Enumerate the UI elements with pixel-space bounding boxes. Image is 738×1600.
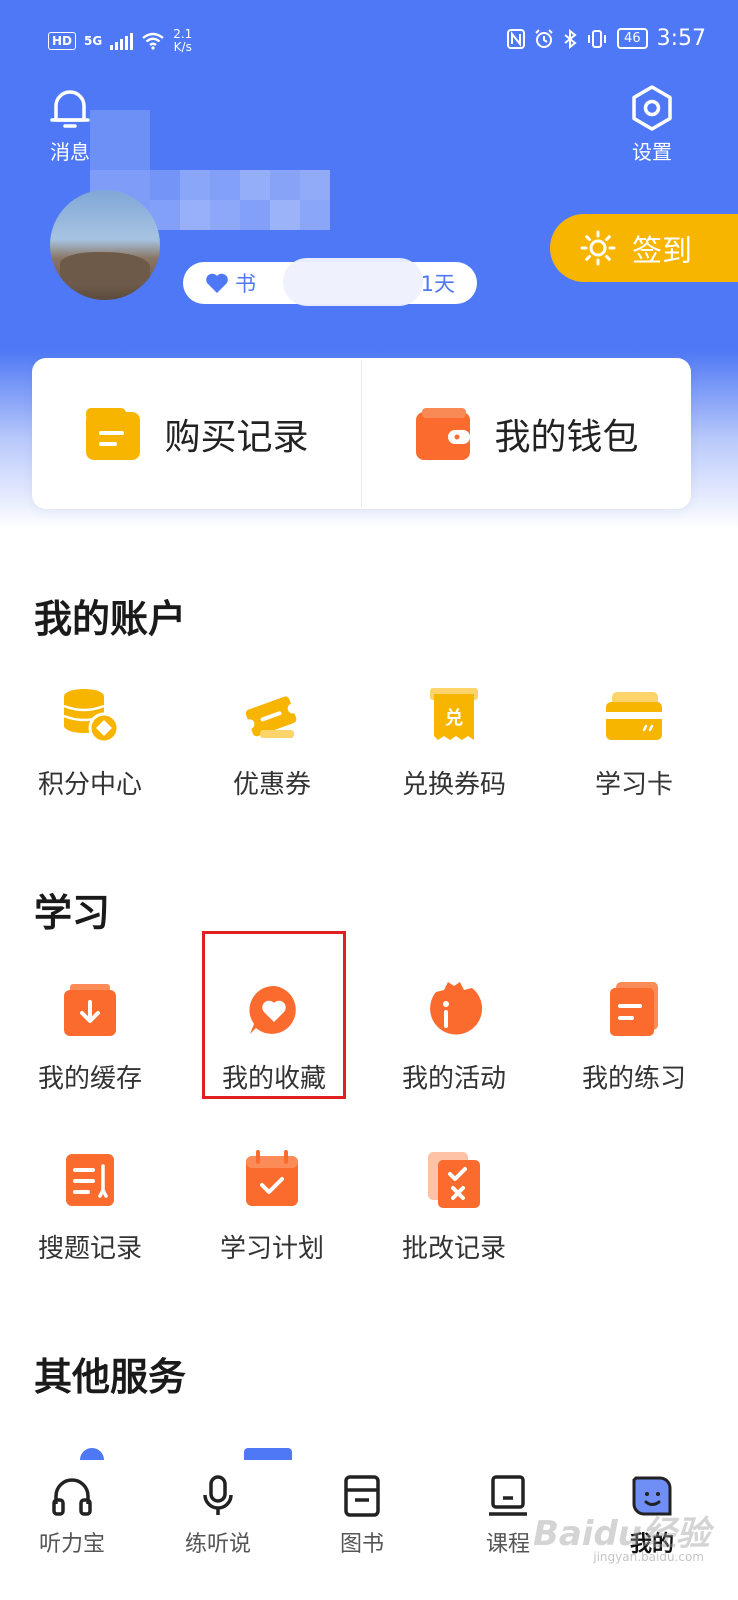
search-question-icon [66,1154,114,1206]
study-section-title: 学习 [34,891,111,935]
avatar-photo-rock [60,252,150,282]
tab-listening[interactable]: 听力宝 [2,1474,142,1558]
correction-record-icon [428,1152,480,1208]
other-services-title: 其他服务 [34,1355,187,1399]
download-cache-icon [64,984,116,1036]
my-practice-button[interactable]: 我的练习 [544,980,724,1095]
coupon-label: 优惠券 [232,770,311,800]
wallet-button[interactable]: 我的钱包 [362,358,691,509]
coupon-button[interactable]: 优惠券 [182,686,362,801]
purchase-record-label: 购买记录 [164,416,309,458]
headphones-icon [52,1478,92,1516]
purchase-record-button[interactable]: 购买记录 [32,358,361,509]
study-plan-button[interactable]: 学习计划 [182,1150,362,1265]
search-record-button[interactable]: 搜题记录 [0,1150,180,1265]
status-bar: HD 5G 2.1 K/s 46 3:57 [0,0,738,86]
redeem-code-button[interactable]: 兑 兑换券码 [364,686,544,801]
tab-books[interactable]: 图书 [292,1474,432,1558]
settings-hexagon-icon [632,85,672,131]
book-icon [344,1475,380,1517]
wallet-label: 我的钱包 [494,416,639,458]
tab-speaking[interactable]: 练听说 [148,1474,288,1558]
vibrate-icon [588,29,607,48]
study-card-icon [606,692,662,740]
wifi-icon [142,32,164,50]
my-cache-button[interactable]: 我的缓存 [0,980,180,1095]
sun-icon [580,230,616,266]
checkin-button[interactable]: 签到 [550,214,738,282]
points-center-button[interactable]: 积分中心 [0,686,180,801]
activity-icon [430,982,483,1035]
baidu-watermark: Baidu经验 [532,1514,710,1554]
redeem-code-icon: 兑 [430,688,478,740]
other-service-icon-peek-1 [80,1448,104,1460]
membership-badge[interactable]: 书 1天 [183,258,477,306]
tab-speaking-label: 练听说 [184,1532,251,1557]
battery-indicator: 46 [617,28,648,49]
other-service-icon-peek-2 [244,1448,292,1460]
svg-text:兑: 兑 [445,707,463,729]
settings-label: 设置 [632,140,672,164]
badge-suffix: 1天 [420,272,455,296]
badge-redaction [283,258,423,306]
correction-record-button[interactable]: 批改记录 [364,1150,544,1265]
study-card-button[interactable]: 学习卡 [544,686,724,801]
baidu-watermark-url: jingyan.baidu.com [593,1550,704,1564]
status-time: 3:57 [656,26,706,51]
wallet-icon [416,407,471,460]
nfc-icon [507,28,526,49]
tab-courses-label: 课程 [485,1532,530,1557]
study-plan-label: 学习计划 [219,1234,324,1264]
my-activities-label: 我的活动 [401,1064,506,1094]
favorites-highlight-box [202,931,346,1099]
points-center-label: 积分中心 [37,770,142,800]
study-card-label: 学习卡 [594,770,673,800]
coupon-ticket-icon [244,696,298,738]
checkin-label: 签到 [632,234,692,269]
messages-label: 消息 [50,140,90,164]
avatar[interactable] [50,190,160,300]
quick-actions-card: 购买记录 我的钱包 [32,358,691,509]
network-type: 5G [84,34,103,48]
practice-icon [610,982,658,1036]
points-coins-icon [63,689,120,744]
bluetooth-icon [564,28,577,49]
my-practice-label: 我的练习 [581,1064,686,1094]
study-plan-icon [246,1150,298,1206]
search-record-label: 搜题记录 [37,1234,142,1264]
correction-record-label: 批改记录 [401,1234,506,1264]
heart-icon [206,273,228,293]
bell-icon [50,90,90,128]
course-icon [489,1475,527,1516]
my-activities-button[interactable]: 我的活动 [364,980,544,1095]
tab-books-label: 图书 [339,1532,384,1557]
signal-icon [110,32,134,50]
my-cache-label: 我的缓存 [37,1064,142,1094]
network-speed: 2.1 K/s [173,27,193,54]
account-section-title: 我的账户 [34,597,187,641]
redeem-code-label: 兑换券码 [401,770,506,800]
alarm-icon [535,28,553,48]
microphone-icon [203,1475,233,1515]
tab-listening-label: 听力宝 [38,1532,105,1557]
settings-button[interactable]: 设置 [612,84,692,165]
badge-prefix: 书 [235,272,256,296]
purchase-record-icon [86,407,141,460]
hd-indicator: HD [48,32,77,50]
